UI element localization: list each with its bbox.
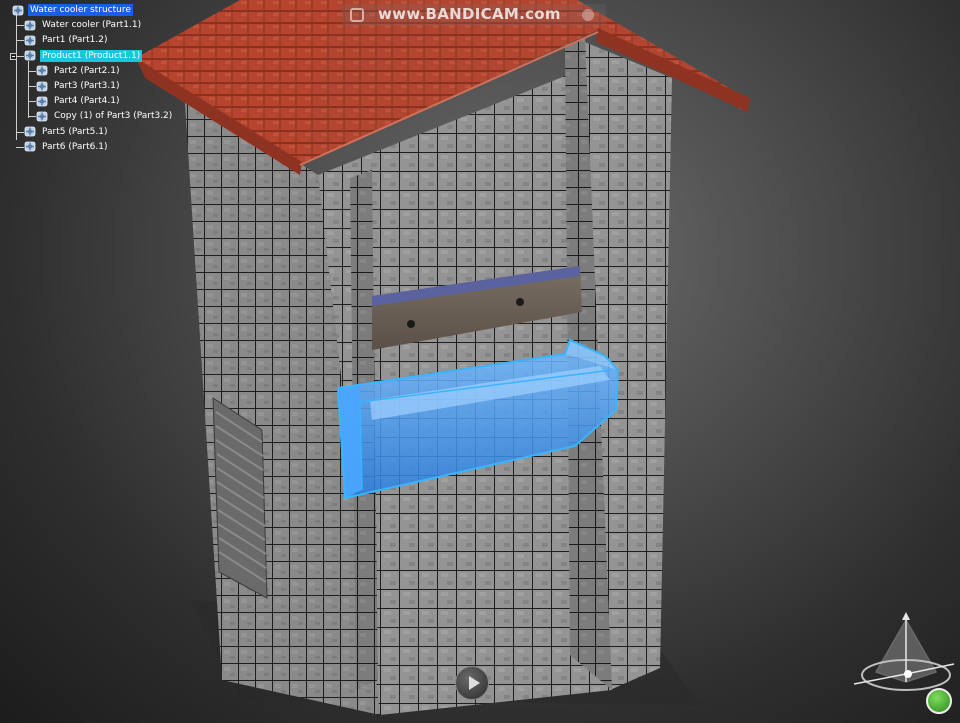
tree-node-label: Part1 (Part1.2) (42, 35, 108, 46)
tree-node-label: Water cooler (Part1.1) (42, 20, 142, 31)
3d-viewport[interactable]: Water cooler structure Water cooler (Part… (0, 0, 960, 723)
product-gear-icon (24, 141, 36, 152)
tree-node-copy-1-of-part3-part3-2[interactable]: Copy (1) of Part3 (Part3.2) (36, 109, 174, 123)
product-gear-icon (24, 35, 36, 46)
tree-node-part4-part4-1[interactable]: Part4 (Part4.1) (36, 94, 121, 108)
tree-node-part5-part5-1[interactable]: Part5 (Part5.1) (24, 125, 109, 139)
specification-tree: Water cooler structure Water cooler (Part… (0, 0, 200, 160)
tree-node-part3-part3-1[interactable]: Part3 (Part3.1) (36, 79, 121, 93)
tree-connector (16, 15, 17, 140)
tree-node-label: Part2 (Part2.1) (54, 65, 120, 76)
bandicam-record-icon (582, 9, 594, 21)
tree-node-label: Product1 (Product1.1) (40, 49, 143, 62)
tree-connector (28, 116, 36, 118)
tree-node-product1-product1-1[interactable]: Product1 (Product1.1) (24, 49, 143, 63)
product-gear-icon (24, 126, 36, 137)
tree-connector (16, 146, 24, 148)
tree-node-label: Part5 (Part5.1) (42, 126, 108, 137)
tree-node-label: Part4 (Part4.1) (54, 96, 120, 107)
product-gear-icon (24, 50, 36, 61)
tree-connector (16, 25, 24, 27)
tree-connector (16, 55, 24, 57)
tree-connector (28, 101, 36, 103)
bandicam-watermark: www.BANDICAM.com (342, 4, 606, 26)
tree-node-label: Part3 (Part3.1) (54, 81, 120, 91)
tree-connector (28, 60, 29, 119)
product-gear-icon (24, 20, 36, 31)
tree-node-label: Water cooler structure (28, 4, 133, 16)
tree-connector (28, 70, 36, 72)
tree-connector (16, 131, 24, 133)
tree-node-label: Copy (1) of Part3 (Part3.2) (54, 111, 173, 122)
collapse-toggle[interactable] (10, 52, 17, 60)
tree-node-part1-part1-2[interactable]: Part1 (Part1.2) (24, 33, 109, 47)
tree-connector (28, 86, 36, 87)
play-icon[interactable] (455, 666, 489, 700)
tree-node-water-cooler-part1-1[interactable]: Water cooler (Part1.1) (24, 18, 143, 32)
tree-connector (16, 40, 24, 42)
bandicam-logo-icon (350, 8, 364, 22)
product-gear-icon (12, 5, 24, 15)
product-gear-icon (36, 65, 48, 76)
watermark-text: www.BANDICAM.com (378, 5, 561, 23)
3ds-logo-icon[interactable] (926, 688, 952, 714)
product-gear-icon (36, 111, 48, 122)
tree-node-water-cooler-structure[interactable]: Water cooler structure (12, 3, 133, 17)
tree-node-part6-part6-1[interactable]: Part6 (Part6.1) (24, 140, 109, 154)
product-gear-icon (36, 81, 48, 91)
product-gear-icon (36, 96, 48, 107)
tree-node-part2-part2-1[interactable]: Part2 (Part2.1) (36, 64, 121, 78)
tree-node-label: Part6 (Part6.1) (42, 141, 108, 152)
